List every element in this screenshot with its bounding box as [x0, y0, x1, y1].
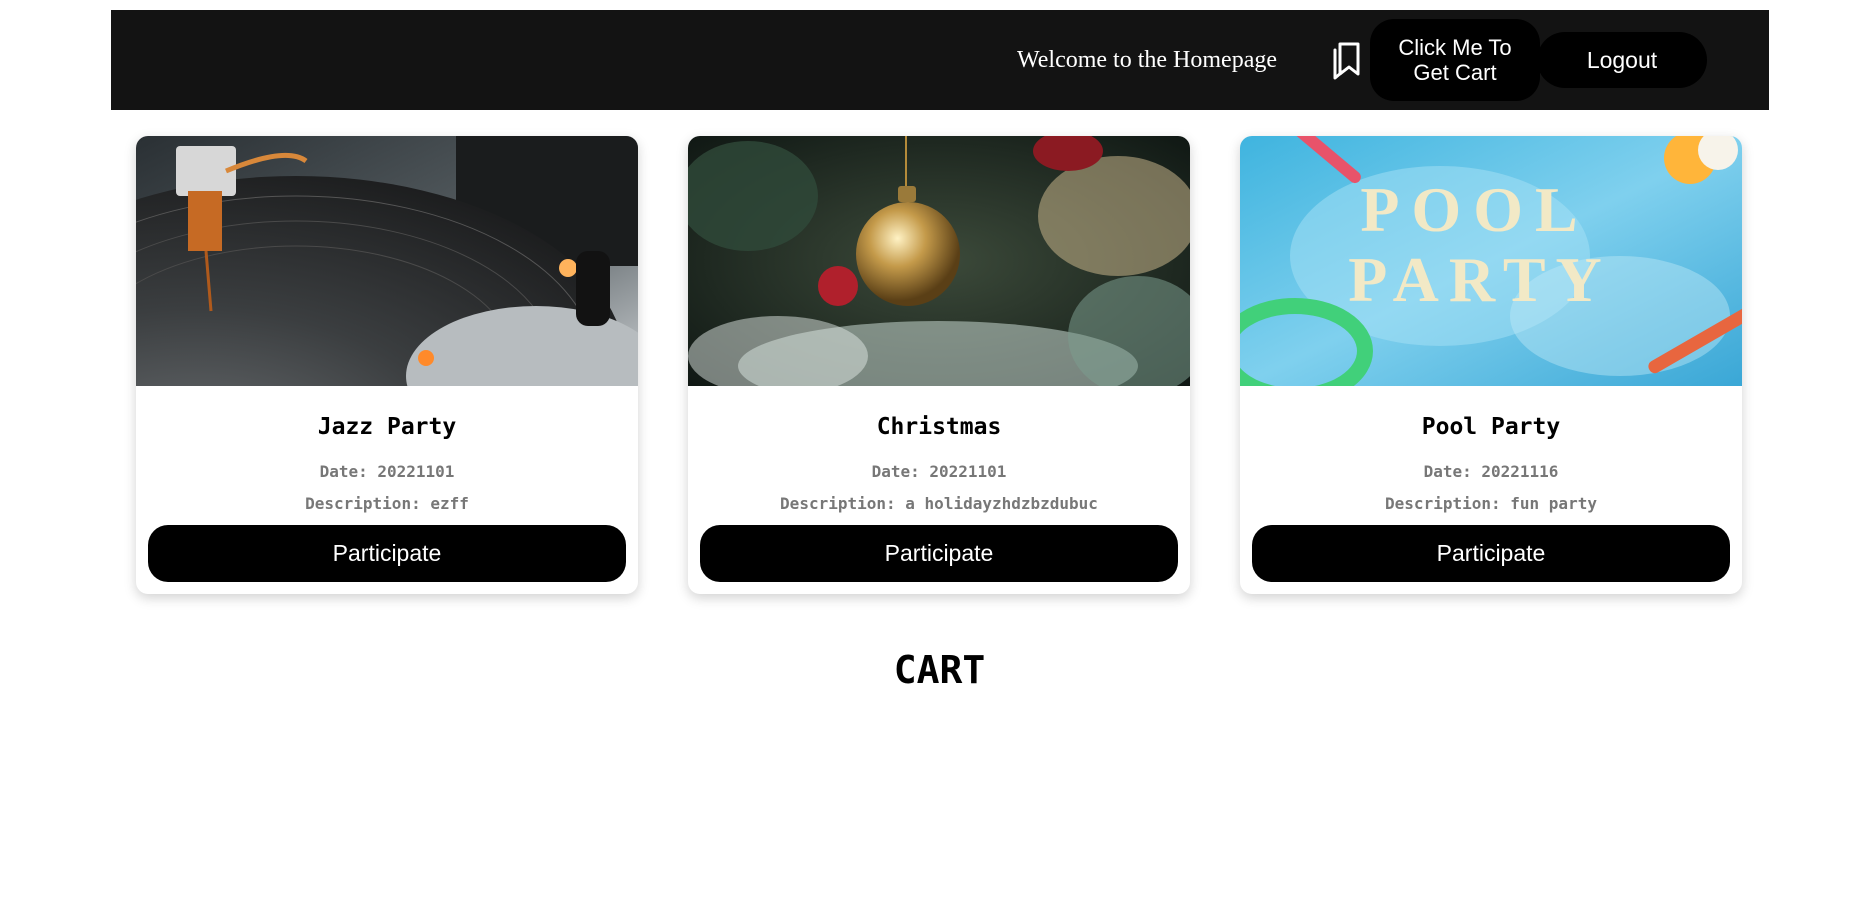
description-value: fun party: [1510, 494, 1597, 513]
description-value: ezff: [430, 494, 469, 513]
participate-button[interactable]: Participate: [148, 525, 626, 582]
event-description: Description: a holidayzhdzbzdubuc: [688, 494, 1190, 513]
cart-heading: CART: [893, 648, 986, 692]
svg-text:PARTY: PARTY: [1348, 244, 1611, 315]
date-label: Date:: [871, 462, 920, 481]
pool-party-image-text: POOL: [1360, 174, 1589, 245]
date-label: Date:: [1423, 462, 1472, 481]
turntable-image: [136, 136, 638, 386]
date-value: 20221101: [929, 462, 1007, 481]
event-card: Christmas Date: 20221101 Description: a …: [688, 136, 1190, 594]
pool-party-image: POOL PARTY: [1240, 136, 1742, 386]
date-value: 20221101: [377, 462, 455, 481]
event-card: POOL PARTY Pool Party Date: 20221116 Des…: [1240, 136, 1742, 594]
top-navbar: Welcome to the Homepage Click Me To Get …: [111, 10, 1769, 110]
description-label: Description:: [1385, 494, 1501, 513]
event-description: Description: fun party: [1240, 494, 1742, 513]
participate-button[interactable]: Participate: [700, 525, 1178, 582]
event-date: Date: 20221116: [1240, 462, 1742, 481]
logout-button[interactable]: Logout: [1537, 32, 1707, 88]
date-label: Date:: [319, 462, 368, 481]
get-cart-button[interactable]: Click Me To Get Cart: [1370, 19, 1540, 101]
event-date: Date: 20221101: [136, 462, 638, 481]
event-title: Christmas: [876, 414, 1002, 440]
christmas-ornament-image: [688, 136, 1190, 386]
participate-button[interactable]: Participate: [1252, 525, 1730, 582]
description-value: a holidayzhdzbzdubuc: [905, 494, 1098, 513]
event-card-list: Jazz Party Date: 20221101 Description: e…: [136, 136, 1744, 594]
event-title: Pool Party: [1421, 414, 1561, 440]
description-label: Description:: [780, 494, 896, 513]
event-card: Jazz Party Date: 20221101 Description: e…: [136, 136, 638, 594]
description-label: Description:: [305, 494, 421, 513]
event-date: Date: 20221101: [688, 462, 1190, 481]
event-title: Jazz Party: [317, 414, 457, 440]
event-description: Description: ezff: [136, 494, 638, 513]
welcome-text: Welcome to the Homepage: [1017, 47, 1277, 73]
bookmarks-icon[interactable]: [1332, 40, 1362, 80]
date-value: 20221116: [1481, 462, 1559, 481]
